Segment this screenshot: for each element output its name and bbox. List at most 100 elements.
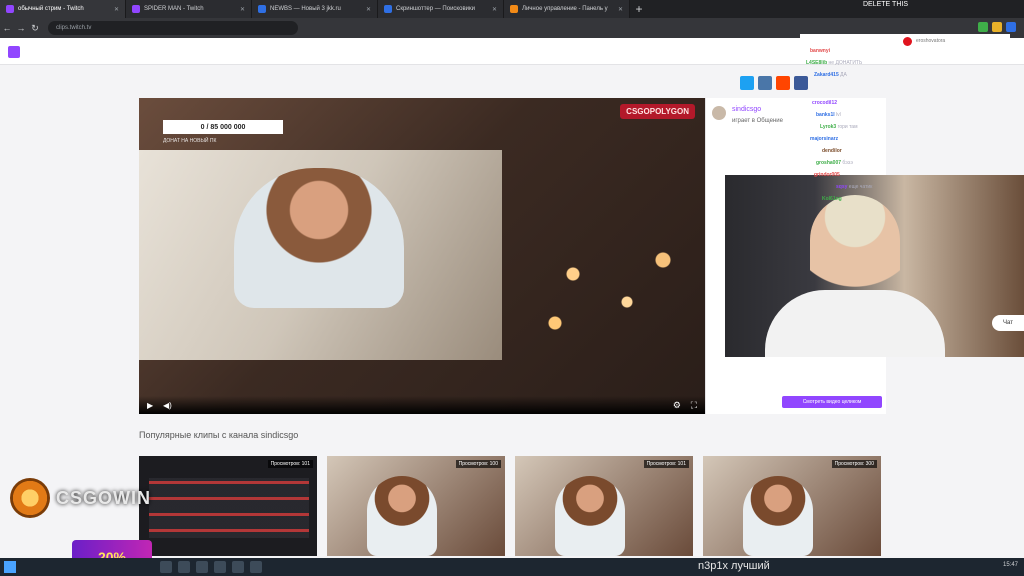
close-icon[interactable]: ✕ [618, 6, 623, 13]
reload-icon[interactable]: ↻ [28, 23, 42, 34]
app-icon[interactable] [160, 561, 172, 573]
clips-section-title: Популярные клипы с канала sindicsgo [139, 430, 299, 440]
chat-pill[interactable]: Чат [992, 315, 1024, 331]
app-icon[interactable] [250, 561, 262, 573]
csgowin-overlay: CSGOWIN [10, 478, 151, 518]
chat-username: Zakard415 [814, 72, 839, 78]
fullscreen-icon[interactable]: ⛶ [691, 400, 697, 411]
twitch-favicon-icon [6, 5, 14, 13]
chat-username: dendilor [822, 148, 842, 154]
streamer-figure [234, 168, 404, 308]
chat-username: L4SE8lib [806, 60, 828, 66]
tab-2[interactable]: NEWBS — Новый 3 jkk.ru ✕ [252, 0, 378, 18]
csgowin-logo-text: CSGOWIN [56, 487, 151, 508]
player-controls: ▶ ◀) ⚙ ⛶ [139, 396, 705, 414]
app-icon[interactable] [232, 561, 244, 573]
chat-message: grosha007 бэээ [816, 160, 853, 166]
chat-message: Lyrok3 гори там [820, 124, 858, 130]
tab-4[interactable]: Личное управление - Панель у ✕ [504, 0, 630, 18]
close-icon[interactable]: ✕ [366, 6, 371, 13]
chat-message: banwnyi [810, 48, 830, 54]
chat-username: Kol61ng [822, 196, 842, 202]
video-player[interactable]: 0 / 85 000 000 ДОНАТ НА НОВЫЙ ПК CSGOPOL… [139, 98, 705, 414]
tab-3[interactable]: Скриншоттер — Поисковики ✕ [378, 0, 504, 18]
donation-goal-bar: 0 / 85 000 000 [163, 120, 283, 134]
app-icon[interactable] [196, 561, 208, 573]
taskbar-apps [160, 561, 262, 573]
new-tab-button[interactable]: + [630, 0, 648, 18]
clip-thumbnail[interactable]: Просмотров: 101 [515, 456, 693, 556]
view-count: Просмотров: 101 [643, 460, 689, 468]
volume-icon[interactable]: ◀) [163, 401, 172, 410]
game-screen [149, 478, 309, 538]
chat-message: crocodil12 [812, 100, 837, 106]
play-icon[interactable]: ▶ [147, 401, 153, 410]
coin-logo-icon [10, 478, 50, 518]
chat-username: grosha007 [816, 160, 842, 166]
close-icon[interactable]: ✕ [240, 6, 245, 13]
tab-label: обычный стрим - Twitch [18, 6, 84, 12]
view-count: Просмотров: 100 [455, 460, 501, 468]
gear-icon[interactable]: ⚙ [673, 400, 681, 411]
chat-text: бэээ [842, 160, 853, 166]
windows-taskbar: n3p1x лучший 15:47 [0, 558, 1024, 576]
site-favicon-icon [384, 5, 392, 13]
tab-label: Личное управление - Панель у [522, 6, 608, 12]
tab-label: SPIDER MAN - Twitch [144, 6, 204, 12]
avatar[interactable] [712, 106, 726, 120]
donation-goal-caption: ДОНАТ НА НОВЫЙ ПК [163, 138, 217, 144]
windows-start-icon[interactable] [4, 561, 16, 573]
chat-message: Kol61ng [822, 196, 842, 202]
chat-text: гори там [837, 124, 858, 130]
chat-username: banwnyi [810, 48, 831, 54]
chat-username: sqsy [836, 184, 848, 190]
chat-message: banks1l lvl [816, 112, 841, 118]
watch-full-video-button[interactable]: Смотреть видео целиком [782, 396, 882, 408]
chat-message: Zakard415 ДА [814, 72, 847, 78]
chat-text: еще чатик [848, 184, 873, 190]
stream-subtitle: n3p1x лучший [698, 560, 770, 572]
view-count: Просмотров: 300 [831, 460, 877, 468]
close-icon[interactable]: ✕ [114, 6, 119, 13]
bokeh-lights [519, 218, 699, 358]
chat-message: sqsy еще чатик [836, 184, 872, 190]
tab-0[interactable]: обычный стрим - Twitch ✕ [0, 0, 126, 18]
view-count: Просмотров: 101 [267, 460, 313, 468]
chat-username: Lyrok3 [820, 124, 837, 130]
chat-text: ДА [840, 72, 847, 78]
twitter-icon[interactable] [740, 76, 754, 90]
app-icon[interactable] [214, 561, 226, 573]
chat-message: majorsinarz [810, 136, 838, 142]
twitch-logo-icon[interactable] [8, 46, 20, 58]
clock: 15:47 [1002, 562, 1018, 568]
clip-thumbnail[interactable]: Просмотров: 300 [703, 456, 881, 556]
clip-thumbnail[interactable]: Просмотров: 101 [139, 456, 317, 556]
forward-icon[interactable]: → [14, 23, 28, 33]
chat-text: не ДОНАТИТЬ [828, 60, 863, 66]
twitch-favicon-icon [132, 5, 140, 13]
back-icon[interactable]: ← [0, 23, 14, 33]
streamer-figure [743, 476, 813, 556]
close-icon[interactable]: ✕ [492, 6, 497, 13]
chat-message: dendilor [822, 148, 842, 154]
clips-list: Просмотров: 101 Просмотров: 100 Просмотр… [139, 456, 881, 556]
chat-username: banks1l [816, 112, 835, 118]
stream-chat-overlay: banwnyi L4SE8lib не ДОНАТИТЬ Zakard415 Д… [776, 0, 1024, 214]
chat-message: L4SE8lib не ДОНАТИТЬ [806, 60, 862, 66]
streamer-figure [367, 476, 437, 556]
sponsor-logo: CSGOPOLYGON [620, 104, 695, 119]
chat-username: crocodil12 [812, 100, 838, 106]
url-input[interactable]: clips.twitch.tv [48, 21, 298, 35]
tab-1[interactable]: SPIDER MAN - Twitch ✕ [126, 0, 252, 18]
channel-name[interactable]: sindicsgo [732, 106, 761, 113]
chat-username: majorsinarz [810, 136, 839, 142]
chat-text: lvl [836, 112, 841, 118]
site-favicon-icon [258, 5, 266, 13]
tab-label: NEWBS — Новый 3 jkk.ru [270, 6, 341, 12]
site-favicon-icon [510, 5, 518, 13]
app-icon[interactable] [178, 561, 190, 573]
clip-thumbnail[interactable]: Просмотров: 100 [327, 456, 505, 556]
vk-icon[interactable] [758, 76, 772, 90]
streamer-figure [555, 476, 625, 556]
chat-message: grindor005 [814, 172, 840, 178]
